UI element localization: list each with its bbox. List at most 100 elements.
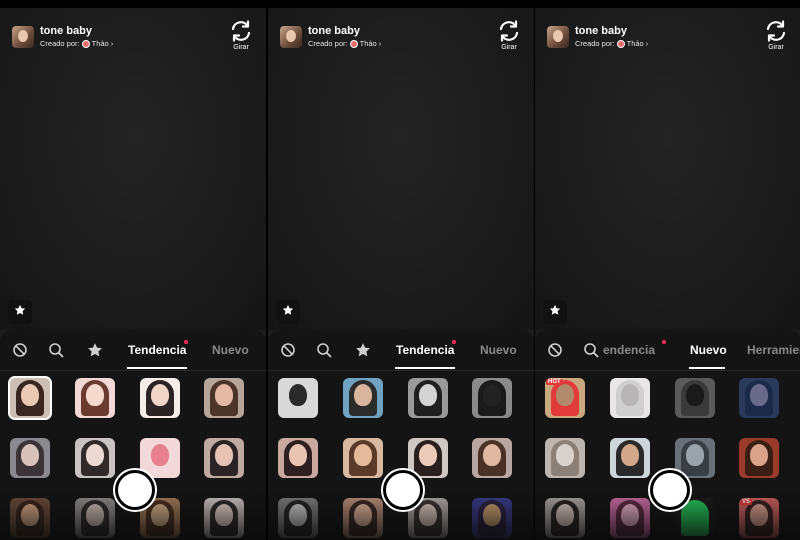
effect-thumbnail[interactable] [547,26,569,48]
effect-tile[interactable] [675,378,715,418]
tab-trending[interactable]: Tendencia [396,343,454,357]
search-icon[interactable] [583,342,599,358]
effect-creator[interactable]: Creado por: Thảo › [308,40,381,48]
flip-camera-icon [494,20,524,42]
effect-info[interactable]: tone baby Creado por: Thảo › [280,24,381,50]
new-indicator-dot [452,340,456,344]
flip-camera-button[interactable]: Girar [226,20,256,51]
effects-tabs: Tendencia Nuevo [268,330,534,371]
top-status-band [0,0,800,8]
effect-creator[interactable]: Creado por: Thảo › [40,40,113,48]
effects-grid [268,370,534,540]
effect-tile[interactable] [739,378,779,418]
effect-tile[interactable] [140,378,180,418]
search-icon[interactable] [48,342,64,358]
effect-tile[interactable]: HOT [545,378,585,418]
tab-tools[interactable]: Herramien [747,343,800,357]
effect-thumbnail[interactable] [280,26,302,48]
tab-new[interactable]: Nuevo [690,343,727,357]
effect-tile[interactable] [75,438,115,478]
effect-tile[interactable] [278,498,318,538]
camera-panel-3: tone baby Creado por: Thảo › Girar endencia Nu… [535,8,800,540]
effect-tile[interactable] [675,438,715,478]
effect-name[interactable]: tone baby [308,26,381,37]
tab-new[interactable]: Nuevo [212,343,249,357]
effect-tile[interactable] [408,378,448,418]
effect-name[interactable]: tone baby [575,26,648,37]
record-button[interactable] [383,470,423,510]
no-effect-icon[interactable] [547,342,563,358]
effect-tile[interactable] [343,378,383,418]
tile-face [354,444,372,466]
favorite-button[interactable] [276,300,300,324]
tile-face [483,504,501,526]
tile-face [215,504,233,526]
effect-info[interactable]: tone baby Creado por: Thảo › [547,24,648,50]
effect-tile[interactable] [610,378,650,418]
tile-face [483,384,501,406]
effect-tile[interactable] [610,438,650,478]
effect-tile[interactable] [472,498,512,538]
effect-tile[interactable] [140,438,180,478]
favorites-star-icon[interactable] [355,342,371,358]
effect-tile[interactable] [204,378,244,418]
favorite-button[interactable] [543,300,567,324]
effect-tile[interactable] [10,498,50,538]
tile-face [621,504,639,526]
tab-trending[interactable]: Tendencia [128,343,186,357]
effect-tile[interactable] [75,498,115,538]
camera-panel-1: tone baby Creado por: Thảo › Girar Tendencia N… [0,8,266,540]
effect-tile[interactable] [278,378,318,418]
effect-tile[interactable] [545,498,585,538]
flip-camera-icon [761,20,791,42]
effect-info[interactable]: tone baby Creado por: Thảo › [12,24,113,50]
effect-tile[interactable] [472,438,512,478]
effect-tile[interactable] [408,438,448,478]
effect-tile[interactable] [204,498,244,538]
active-tab-underline [689,367,725,369]
created-by-label: Creado por: [575,39,615,49]
effect-tile[interactable] [739,438,779,478]
tab-trending[interactable]: endencia [603,343,655,357]
camera-preview[interactable] [0,8,266,330]
effect-name[interactable]: tone baby [40,26,113,37]
no-effect-icon[interactable] [12,342,28,358]
flip-camera-button[interactable]: Girar [494,20,524,51]
effect-tile[interactable] [10,378,50,418]
effect-tile[interactable] [343,438,383,478]
effect-tile[interactable] [204,438,244,478]
effect-tile[interactable] [545,438,585,478]
effect-tile[interactable] [75,378,115,418]
chevron-right-icon: › [378,39,382,49]
no-effect-icon[interactable] [280,342,296,358]
tile-face [621,384,639,406]
star-icon [282,303,294,321]
effect-thumbnail[interactable] [12,26,34,48]
flip-label: Girar [501,44,517,51]
creator-avatar-icon [81,40,90,48]
camera-preview[interactable] [535,8,800,330]
creator-avatar-icon [616,40,625,48]
record-button[interactable] [650,470,690,510]
effect-tile[interactable] [610,498,650,538]
favorites-star-icon[interactable] [87,342,103,358]
tile-face [21,384,39,406]
effect-tile[interactable]: VS [739,498,779,538]
effect-tile[interactable] [343,498,383,538]
effect-tile[interactable] [278,438,318,478]
tile-face [86,384,104,406]
tab-new[interactable]: Nuevo [480,343,517,357]
flip-camera-button[interactable]: Girar [761,20,791,51]
tile-face [419,384,437,406]
camera-preview[interactable] [268,8,534,330]
effect-creator[interactable]: Creado por: Thảo › [575,40,648,48]
favorite-button[interactable] [8,300,32,324]
effect-tile[interactable] [10,438,50,478]
active-tab-underline [127,367,187,369]
search-icon[interactable] [316,342,332,358]
tile-face [151,384,169,406]
effect-tile[interactable] [472,378,512,418]
tile-face [151,444,169,466]
tile-face [686,504,704,526]
record-button[interactable] [115,470,155,510]
